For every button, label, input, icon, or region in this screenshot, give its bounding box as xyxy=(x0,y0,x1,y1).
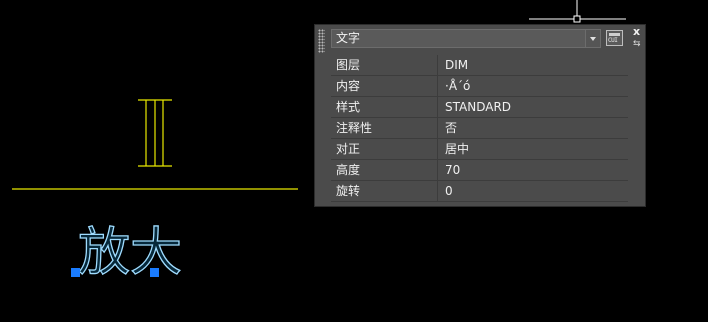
property-value[interactable]: DIM xyxy=(438,55,628,75)
property-key: 注释性 xyxy=(331,118,438,138)
quick-select-button[interactable]: CUI xyxy=(606,30,623,46)
grip-insertion[interactable] xyxy=(71,268,80,277)
property-row-annotative[interactable]: 注释性 否 xyxy=(331,118,628,139)
property-value[interactable]: 70 xyxy=(438,160,628,180)
properties-palette[interactable]: 文字 CUI x ⇆ 图层 DIM 内容 ·Å´ó 样式 STANDARD 注释… xyxy=(314,24,646,207)
object-type-select[interactable]: 文字 xyxy=(331,29,601,48)
object-type-label: 文字 xyxy=(336,31,361,45)
property-value[interactable]: 0 xyxy=(438,181,628,201)
property-row-contents[interactable]: 内容 ·Å´ó xyxy=(331,76,628,97)
property-key: 内容 xyxy=(331,76,438,96)
property-value[interactable]: STANDARD xyxy=(438,97,628,117)
property-row-justify[interactable]: 对正 居中 xyxy=(331,139,628,160)
yellow-symbol[interactable] xyxy=(138,99,172,167)
palette-drag-grip[interactable] xyxy=(318,29,325,53)
property-key: 图层 xyxy=(331,55,438,75)
property-value[interactable]: ·Å´ó xyxy=(438,76,628,96)
property-row-style[interactable]: 样式 STANDARD xyxy=(331,97,628,118)
property-row-layer[interactable]: 图层 DIM xyxy=(331,55,628,76)
property-row-height[interactable]: 高度 70 xyxy=(331,160,628,181)
property-value[interactable]: 否 xyxy=(438,118,628,138)
property-key: 旋转 xyxy=(331,181,438,201)
quick-select-label: CUI xyxy=(608,37,618,44)
crosshair-cursor xyxy=(529,0,626,23)
property-key: 样式 xyxy=(331,97,438,117)
property-value[interactable]: 居中 xyxy=(438,139,628,159)
chevron-down-icon[interactable] xyxy=(585,30,600,47)
text-object[interactable]: 放大 xyxy=(77,222,182,283)
property-row-rotation[interactable]: 旋转 0 xyxy=(331,181,628,202)
properties-table: 图层 DIM 内容 ·Å´ó 样式 STANDARD 注释性 否 对正 居中 高… xyxy=(331,55,628,202)
property-key: 高度 xyxy=(331,160,438,180)
property-key: 对正 xyxy=(331,139,438,159)
palette-settings-icon[interactable]: ⇆ xyxy=(633,39,641,49)
grip-alignment[interactable] xyxy=(150,268,159,277)
close-icon[interactable]: x xyxy=(633,25,640,39)
